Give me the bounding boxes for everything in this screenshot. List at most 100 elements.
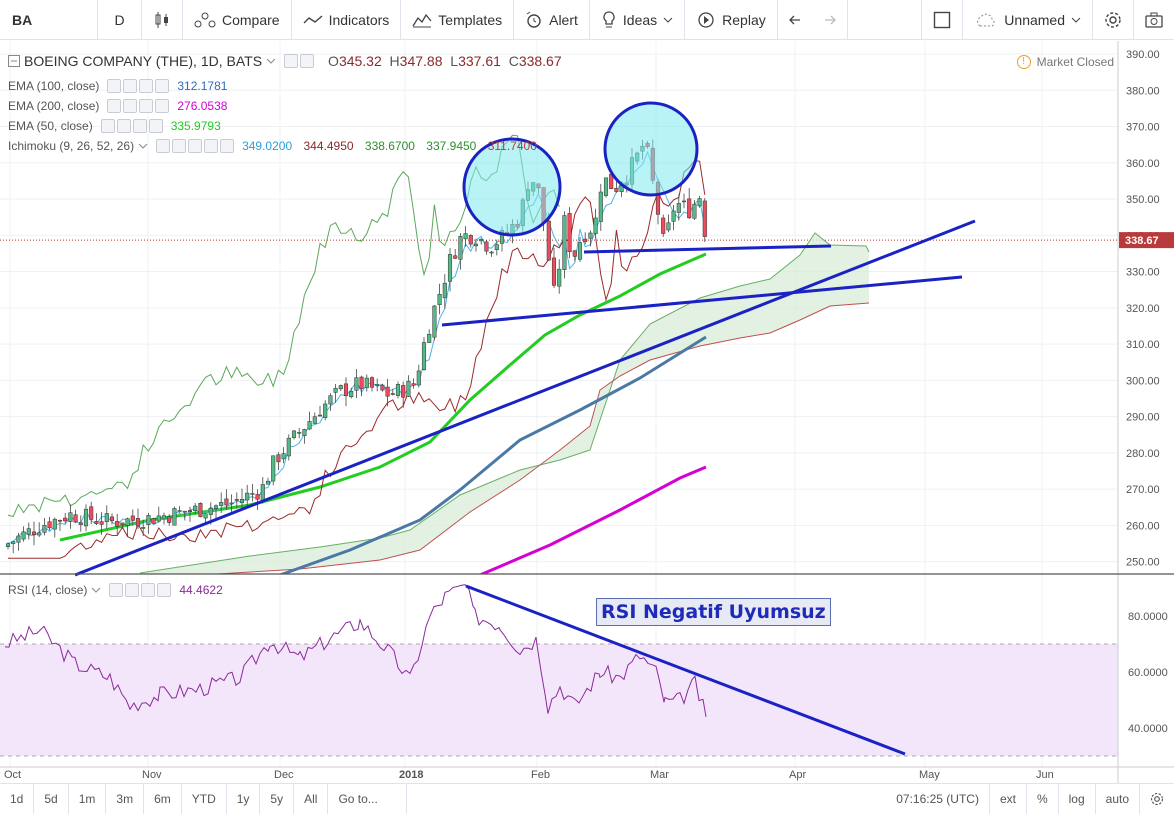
price-tick-label: 360.00 bbox=[1126, 158, 1160, 170]
candle-body bbox=[167, 516, 172, 523]
candle-body bbox=[198, 502, 203, 517]
candle-body bbox=[47, 521, 52, 529]
candle-body bbox=[172, 508, 177, 526]
range-button[interactable]: YTD bbox=[182, 783, 227, 814]
range-button[interactable]: 5d bbox=[34, 783, 69, 814]
ideas-button[interactable]: Ideas bbox=[590, 0, 686, 40]
candle-body bbox=[141, 527, 146, 529]
candle-body bbox=[265, 480, 271, 485]
chart-area[interactable]: 390.00380.00370.00360.00350.00340.00330.… bbox=[0, 41, 1174, 783]
candle-body bbox=[577, 242, 583, 260]
camera-icon bbox=[1145, 12, 1163, 28]
candle-body bbox=[193, 505, 198, 511]
candle-body bbox=[245, 492, 250, 501]
open-value: 345.32 bbox=[338, 53, 382, 69]
legend-rsi[interactable]: RSI (14, close) 44.4622 bbox=[8, 580, 223, 600]
scale-option-button[interactable]: % bbox=[1027, 783, 1059, 814]
candle-body bbox=[146, 515, 151, 525]
interval-button[interactable]: D bbox=[98, 0, 142, 40]
close-value: 338.67 bbox=[518, 53, 562, 69]
main-legend: BOEING COMPANY (THE), 1D, BATS O345.32 H… bbox=[8, 51, 562, 71]
range-button[interactable]: All bbox=[294, 783, 329, 814]
legend-ichimoku[interactable]: Ichimoku (9, 26, 52, 26) 349.0200 344.49… bbox=[8, 136, 537, 156]
rsi-tick-label: 60.0000 bbox=[1128, 667, 1168, 679]
scale-option-button[interactable]: auto bbox=[1096, 783, 1140, 814]
symbol-label: BA bbox=[12, 11, 33, 28]
replay-label: Replay bbox=[722, 11, 766, 28]
candle-body bbox=[302, 429, 307, 436]
symbol-title: BOEING COMPANY (THE), 1D, BATS bbox=[24, 53, 263, 69]
ichimoku-cloud bbox=[139, 232, 870, 574]
bottom-bar: 1d 5d 1m 3m 6m YTD 1y 5y All Go to... 07:16:25 (U… bbox=[0, 783, 1174, 814]
price-tick-label: 330.00 bbox=[1126, 267, 1160, 279]
candle-body bbox=[588, 232, 593, 239]
fullscreen-button[interactable] bbox=[921, 0, 964, 40]
ema50-value: 335.9793 bbox=[170, 119, 221, 133]
candle-body bbox=[671, 210, 676, 222]
settings-button[interactable] bbox=[1093, 0, 1134, 40]
candle-body bbox=[349, 390, 354, 397]
candle-body bbox=[364, 377, 369, 389]
trend-drawings[interactable] bbox=[74, 101, 976, 577]
range-button[interactable]: 5y bbox=[260, 783, 295, 814]
candle-body bbox=[468, 235, 473, 245]
high-value: 347.88 bbox=[399, 53, 443, 69]
candle-body bbox=[354, 377, 359, 391]
compare-button[interactable]: Compare bbox=[183, 0, 292, 40]
rsi-tick-label: 80.0000 bbox=[1128, 611, 1168, 623]
candle-body bbox=[661, 217, 666, 234]
range-button[interactable]: 3m bbox=[106, 783, 145, 814]
candle-body bbox=[130, 515, 135, 521]
indicators-button[interactable]: Indicators bbox=[292, 0, 402, 40]
scale-option-button[interactable]: ext bbox=[990, 783, 1027, 814]
time-tick-label: Apr bbox=[789, 769, 806, 781]
scale-option-button[interactable]: log bbox=[1059, 783, 1096, 814]
range-button[interactable]: 6m bbox=[144, 783, 182, 814]
candles-icon bbox=[155, 11, 168, 28]
candle-body bbox=[484, 241, 489, 252]
range-button[interactable]: 1m bbox=[69, 783, 107, 814]
alert-button[interactable]: Alert bbox=[514, 0, 590, 40]
chevron-down-icon[interactable] bbox=[266, 57, 276, 65]
bar-style-button[interactable] bbox=[142, 0, 183, 40]
candle-body bbox=[16, 535, 21, 543]
candle-body bbox=[37, 532, 42, 536]
top-toolbar: BA D Compare Indicators Templates Alert … bbox=[0, 0, 1174, 40]
legend-ema200[interactable]: EMA (200, close) 276.0538 bbox=[8, 96, 227, 116]
legend-ema50[interactable]: EMA (50, close) 335.9793 bbox=[8, 116, 221, 136]
redo-button[interactable] bbox=[809, 0, 848, 40]
undo-icon bbox=[788, 15, 800, 24]
rsi-annotation[interactable]: RSI Negatif Uyumsuz bbox=[596, 598, 831, 626]
time-tick-label: 2018 bbox=[399, 769, 423, 781]
time-tick-label: Nov bbox=[142, 769, 162, 781]
candlestick-series bbox=[5, 139, 707, 554]
time-tick-label: Feb bbox=[531, 769, 550, 781]
replay-button[interactable]: Replay bbox=[685, 0, 778, 40]
scale-settings-button[interactable] bbox=[1140, 784, 1174, 814]
candle-body bbox=[598, 191, 603, 222]
range-button[interactable]: Go to... bbox=[328, 783, 407, 814]
legend-ema100[interactable]: EMA (100, close) 312.1781 bbox=[8, 76, 227, 96]
candle-body bbox=[73, 514, 78, 523]
templates-button[interactable]: Templates bbox=[401, 0, 515, 40]
candle-body bbox=[11, 541, 16, 544]
price-tick-label: 370.00 bbox=[1126, 122, 1160, 134]
series-buttons[interactable] bbox=[284, 54, 315, 68]
symbol-search[interactable]: BA bbox=[0, 0, 98, 40]
candle-body bbox=[317, 414, 323, 417]
ema200-value: 276.0538 bbox=[177, 99, 228, 113]
clock-display: 07:16:25 (UTC) bbox=[886, 783, 990, 814]
candle-body bbox=[156, 515, 161, 522]
snapshot-button[interactable] bbox=[1134, 0, 1174, 40]
price-tick-label: 380.00 bbox=[1126, 85, 1160, 97]
top-circle-2 bbox=[603, 101, 699, 197]
collapse-icon[interactable] bbox=[8, 55, 20, 67]
range-button[interactable]: 1y bbox=[227, 783, 261, 814]
candle-body bbox=[406, 380, 411, 397]
undo-button[interactable] bbox=[778, 0, 809, 40]
time-tick-label: May bbox=[919, 769, 940, 781]
layout-name-label: Unnamed bbox=[1004, 11, 1065, 28]
layout-name-button[interactable]: Unnamed bbox=[963, 0, 1093, 40]
range-button[interactable]: 1d bbox=[0, 783, 35, 814]
ichimoku-label: Ichimoku (9, 26, 52, 26) bbox=[8, 139, 135, 153]
